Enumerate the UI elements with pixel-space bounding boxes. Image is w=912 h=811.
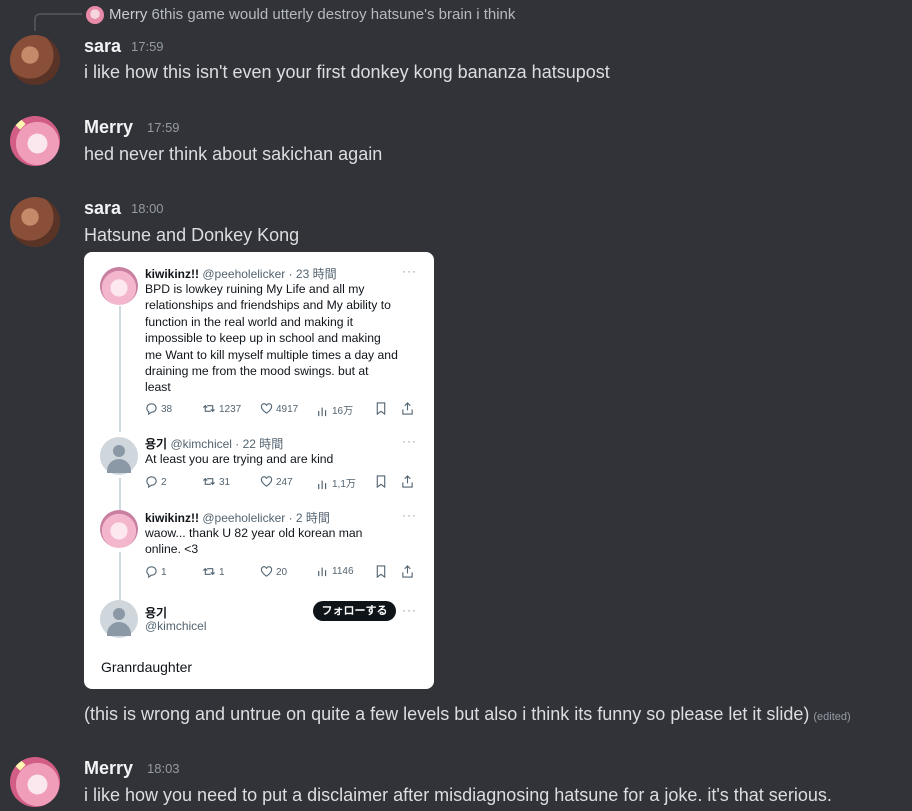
bookmark-icon xyxy=(375,402,390,416)
image-attachment[interactable]: kiwikinz!! @peeholelicker · 23 時間 ··· BP… xyxy=(84,252,434,689)
message-text: (this is wrong and untrue on quite a few… xyxy=(84,704,851,725)
like-count: 20 xyxy=(260,565,287,578)
avatar-sara[interactable] xyxy=(10,35,60,85)
timestamp: 18:00 xyxy=(131,201,164,216)
follow-button: フォローする xyxy=(313,601,396,621)
reply-icon xyxy=(146,403,157,416)
tweet-header: kiwikinz!! @peeholelicker · 23 時間 xyxy=(145,265,337,282)
retweet-icon xyxy=(203,404,215,413)
thread-line xyxy=(119,306,121,432)
share-icon xyxy=(401,565,417,578)
reply-preview[interactable]: Merry 6this game would utterly destroy h… xyxy=(109,6,515,23)
retweet-count: 1 xyxy=(202,565,225,578)
tweet-line: me Want to kill myself multiple times a … xyxy=(145,347,398,362)
more-icon: ··· xyxy=(402,508,417,522)
view-count: 16万 xyxy=(317,402,353,417)
avatar-merry[interactable] xyxy=(10,757,60,807)
tweet-meta: @peeholelicker · 2 時間 xyxy=(202,511,330,525)
like-count: 247 xyxy=(260,475,293,488)
views-icon xyxy=(318,480,327,490)
followup-text: (this is wrong and untrue on quite a few… xyxy=(84,704,810,724)
tweet-header: 용기 @kimchicel · 22 時間 xyxy=(145,435,283,452)
reply-count: 1 xyxy=(145,565,167,579)
share-icon xyxy=(401,475,417,488)
message-text: hed never think about sakichan again xyxy=(84,144,383,164)
reply-count: 38 xyxy=(145,402,172,416)
tweet-display-name: 용기 xyxy=(145,437,168,451)
profile-display-name: 용기 xyxy=(145,606,168,620)
tweet-meta: @kimchicel · 22 時間 xyxy=(170,437,284,451)
tweet-line: impossible to keep up in school and maki… xyxy=(145,331,381,346)
views-icon xyxy=(318,567,327,577)
profile-avatar xyxy=(100,600,138,638)
more-icon: ··· xyxy=(402,603,417,617)
tweet-line: waow... thank U 82 year old korean man xyxy=(145,526,363,540)
thread-line xyxy=(119,478,121,513)
heart-icon xyxy=(260,476,273,487)
tweet-meta: @peeholelicker · 23 時間 xyxy=(202,267,337,281)
reply-count: 2 xyxy=(145,475,167,489)
timestamp: 18:03 xyxy=(147,761,180,776)
tweet-line: draining me from the mood swings. but at xyxy=(145,364,369,379)
tweet-avatar xyxy=(100,510,138,548)
retweet-count: 31 xyxy=(202,475,230,488)
reply-spine xyxy=(34,13,82,31)
view-count: 1,1万 xyxy=(317,475,356,490)
tweet-body: BPD is lowkey ruining My Life and all my… xyxy=(145,281,398,396)
heart-icon xyxy=(260,403,273,414)
tweet-body: At least you are trying and are kind xyxy=(145,451,333,467)
reply-author[interactable]: Merry xyxy=(109,6,147,23)
profile-handle: @kimchicel xyxy=(145,619,207,633)
image-caption: Granrdaughter xyxy=(101,659,193,675)
share-icon xyxy=(401,402,417,415)
views-icon xyxy=(318,407,327,417)
reply-text: 6this game would utterly destroy hatsune… xyxy=(151,6,516,23)
timestamp: 17:59 xyxy=(131,39,164,54)
retweet-icon xyxy=(203,567,215,576)
author-name[interactable]: sara xyxy=(84,36,121,57)
tweet-body: waow... thank U 82 year old korean man o… xyxy=(145,525,362,558)
tweet-line: online. <3 xyxy=(145,542,199,557)
tweet-line: relationships and friendships and My abi… xyxy=(145,298,391,313)
view-count: 1146 xyxy=(317,565,354,577)
more-icon: ··· xyxy=(402,434,417,448)
tweet-line: At least you are trying and are kind xyxy=(145,452,334,466)
heart-icon xyxy=(260,566,273,577)
tweet-header: kiwikinz!! @peeholelicker · 2 時間 xyxy=(145,509,330,526)
tweet-display-name: kiwikinz!! xyxy=(145,511,200,525)
like-count: 4917 xyxy=(260,402,298,415)
reply-icon xyxy=(146,476,157,489)
reply-icon xyxy=(146,566,157,579)
author-name[interactable]: sara xyxy=(84,198,121,219)
bookmark-icon xyxy=(375,565,390,579)
thread-line xyxy=(119,552,121,602)
more-icon: ··· xyxy=(402,264,417,278)
tweet-line: function in the real world and making it xyxy=(145,314,353,329)
retweet-icon xyxy=(203,477,215,486)
tweet-avatar xyxy=(100,437,138,475)
tweet-line: least xyxy=(145,380,171,395)
message-text: i like how this isn't even your first do… xyxy=(84,62,610,82)
avatar-merry[interactable] xyxy=(10,116,60,166)
message-text: i like how you need to put a disclaimer … xyxy=(84,785,832,805)
tweet-avatar xyxy=(100,267,138,305)
retweet-count: 1237 xyxy=(202,402,241,415)
author-name[interactable]: Merry xyxy=(84,758,133,779)
avatar-sara[interactable] xyxy=(10,197,60,247)
edited-label: (edited) xyxy=(813,711,851,723)
tweet-line: BPD is lowkey ruining My Life and all my xyxy=(145,282,365,296)
timestamp: 17:59 xyxy=(147,120,180,135)
bookmark-icon xyxy=(375,475,390,489)
reply-avatar[interactable] xyxy=(86,6,104,24)
author-name[interactable]: Merry xyxy=(84,117,133,138)
tweet-display-name: kiwikinz!! xyxy=(145,267,200,281)
message-text: Hatsune and Donkey Kong xyxy=(84,225,300,245)
